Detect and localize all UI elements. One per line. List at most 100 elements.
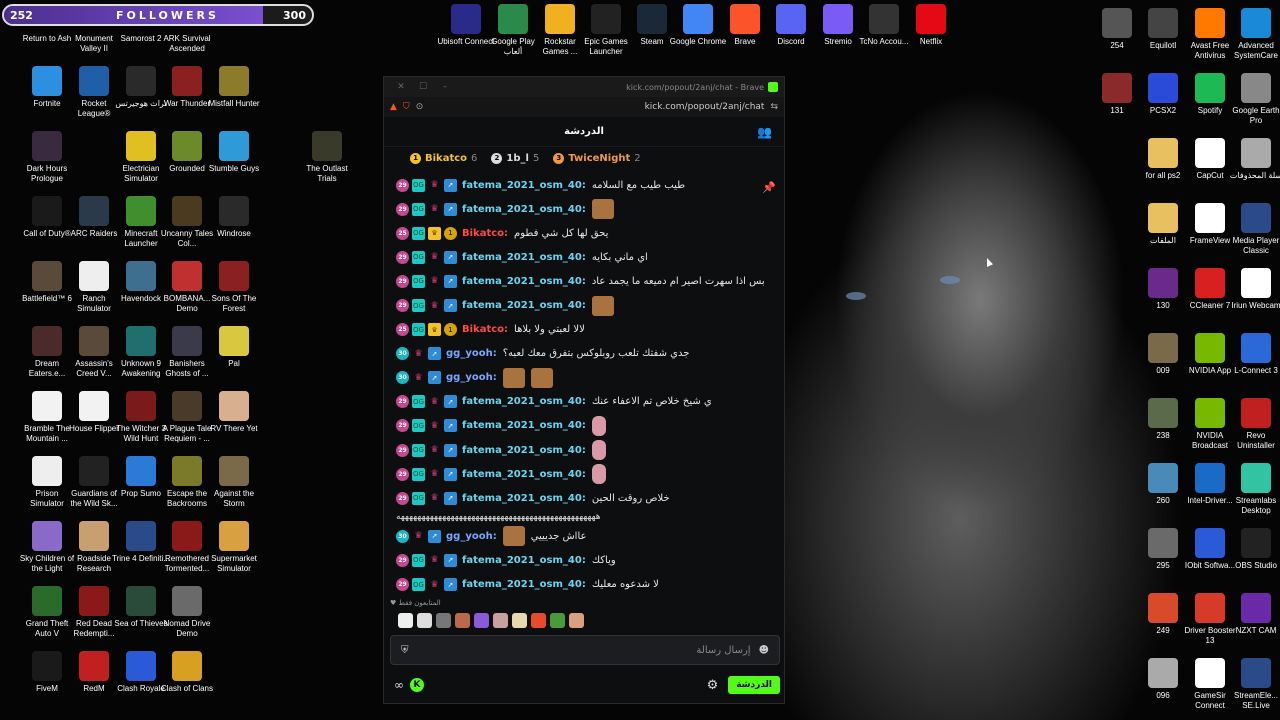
chat-username[interactable]: fatema_2021_osm_40:: [462, 579, 586, 590]
site-settings-icon[interactable]: ⇆: [770, 102, 778, 112]
gifter-name[interactable]: Bikatco: [425, 153, 467, 164]
send-chat-button[interactable]: الدردشة: [728, 676, 780, 694]
chat-username[interactable]: fatema_2021_osm_40:: [462, 493, 586, 504]
chat-username[interactable]: fatema_2021_osm_40:: [462, 445, 586, 456]
minimize-icon[interactable]: –: [434, 82, 456, 92]
desktop-shortcut[interactable]: Streamlabs Desktop: [1227, 463, 1280, 516]
chat-message[interactable]: 30 ♛ ➚ gg_yooh: جدي شفتك تلعب روبلوكس بتفرق …: [396, 342, 774, 366]
chat-emote[interactable]: [591, 464, 606, 485]
chat-message[interactable]: 29 OG ♛ ➚ fatema_2021_osm_40: طيب طيب مع السل…: [396, 173, 774, 197]
chat-username[interactable]: gg_yooh:: [446, 372, 497, 383]
chat-username[interactable]: fatema_2021_osm_40:: [462, 300, 586, 311]
chat-message[interactable]: 29 OG ♛ ➚ fatema_2021_osm_40: وياكك: [396, 548, 774, 572]
emote[interactable]: [398, 613, 413, 628]
chat-username[interactable]: Bikatco:: [462, 228, 508, 239]
emote[interactable]: [493, 613, 508, 628]
settings-gear-icon[interactable]: ⚙: [707, 678, 719, 693]
chat-emote[interactable]: [530, 367, 553, 388]
emote-quickbar[interactable]: [398, 613, 584, 628]
gifter-name[interactable]: 1b_l: [506, 153, 529, 164]
desktop-shortcut[interactable]: سلة المحذوفات: [1227, 138, 1280, 181]
emote[interactable]: [474, 613, 489, 628]
chat-emote[interactable]: [502, 526, 525, 547]
chat-username[interactable]: fatema_2021_osm_40:: [462, 555, 586, 566]
chat-message[interactable]: 29 OG ♛ ➚ fatema_2021_osm_40: ي شيخ خلاص تم ا…: [396, 390, 774, 414]
kick-k-icon[interactable]: K: [410, 678, 424, 692]
desktop-shortcut[interactable]: Windrose: [205, 196, 263, 239]
desktop-shortcut[interactable]: Google Earth Pro: [1227, 73, 1280, 126]
desktop-shortcut[interactable]: Pal: [205, 326, 263, 369]
emote[interactable]: [569, 613, 584, 628]
chat-message[interactable]: 29 OG ♛ ➚ fatema_2021_osm_40:: [396, 462, 774, 486]
chat-username[interactable]: fatema_2021_osm_40:: [462, 276, 586, 287]
desktop-shortcut[interactable]: Clash of Clans: [158, 651, 216, 694]
shield-icon[interactable]: ⛨: [401, 645, 409, 656]
chat-message[interactable]: 29 OG ♛ ➚ fatema_2021_osm_40: بس اذا سهرت اصي…: [396, 269, 774, 293]
chat-emote[interactable]: [591, 440, 606, 461]
desktop-shortcut[interactable]: Media Player Classic: [1227, 203, 1280, 256]
chat-username[interactable]: gg_yooh:: [446, 348, 497, 359]
chat-message[interactable]: 29 OG ♛ ➚ fatema_2021_osm_40: اي ماني بكايه: [396, 245, 774, 269]
chat-username[interactable]: gg_yooh:: [446, 531, 497, 542]
emote[interactable]: [417, 613, 432, 628]
emote[interactable]: [512, 613, 527, 628]
chat-username[interactable]: fatema_2021_osm_40:: [462, 469, 586, 480]
chat-message[interactable]: 25 OG ♛ 1 Bikatco: يحق لها كل شي فطوم: [396, 221, 774, 245]
emote[interactable]: [436, 613, 451, 628]
desktop-shortcut[interactable]: StreamEle... SE.Live: [1227, 658, 1280, 711]
chat-emote[interactable]: [591, 415, 606, 436]
maximize-icon[interactable]: ☐: [412, 82, 434, 92]
chat-message[interactable]: 29 OG ♛ ➚ fatema_2021_osm_40:: [396, 293, 774, 317]
address-bar[interactable]: ▲ ⛉ ⊙ kick.com/popout/2anj/chat ⇆: [384, 97, 784, 117]
zoom-icon[interactable]: ⊙: [416, 102, 424, 112]
chat-username[interactable]: fatema_2021_osm_40:: [462, 180, 586, 191]
chat-username[interactable]: fatema_2021_osm_40:: [462, 252, 586, 263]
emote[interactable]: [531, 613, 546, 628]
desktop-shortcut[interactable]: L-Connect 3: [1227, 333, 1280, 376]
desktop-shortcut[interactable]: Revo Uninstaller: [1227, 398, 1280, 451]
emote[interactable]: [455, 613, 470, 628]
close-icon[interactable]: ✕: [390, 82, 412, 92]
chat-username[interactable]: fatema_2021_osm_40:: [462, 396, 586, 407]
top-gifter[interactable]: 2 1b_l 5: [491, 152, 539, 164]
emote[interactable]: [550, 613, 565, 628]
chat-emote[interactable]: [502, 367, 525, 388]
desktop-shortcut[interactable]: Nomad Drive Demo: [158, 586, 216, 639]
brave-shield-icon[interactable]: ⛉: [403, 102, 410, 112]
top-gifter[interactable]: 3 TwiceNight 2: [553, 152, 641, 164]
chat-emote[interactable]: [591, 295, 614, 316]
desktop-shortcut[interactable]: RV There Yet: [205, 391, 263, 434]
address-url[interactable]: kick.com/popout/2anj/chat: [423, 102, 770, 112]
desktop-shortcut[interactable]: Stumble Guys: [205, 131, 263, 174]
chat-input[interactable]: ⛨ إرسال رسالة ☻: [390, 635, 780, 665]
desktop-shortcut[interactable]: Against the Storm: [205, 456, 263, 509]
desktop-shortcut[interactable]: The Outlast Trials: [298, 131, 356, 184]
chat-message[interactable]: 25 OG ♛ 1 Bikatco: لالا لعبتي ولا بلاها: [396, 318, 774, 342]
chat-emote[interactable]: [591, 199, 614, 220]
desktop-shortcut[interactable]: Supermarket Simulator: [205, 521, 263, 574]
infinity-icon[interactable]: ∞: [394, 678, 404, 692]
chat-message[interactable]: 30 ♛ ➚ gg_yooh:: [396, 366, 774, 390]
top-gifter[interactable]: 1 Bikatco 6: [410, 152, 477, 164]
chat-message[interactable]: 29 OG ♛ ➚ fatema_2021_osm_40: لا شدعوه معليك: [396, 573, 774, 597]
chat-message[interactable]: 29 OG ♛ ➚ fatema_2021_osm_40:: [396, 414, 774, 438]
chat-username[interactable]: Bikatco:: [462, 324, 508, 335]
chat-message[interactable]: 30 ♛ ➚ gg_yooh: عااش جديييي: [396, 524, 774, 548]
desktop-shortcut[interactable]: NZXT CAM: [1227, 593, 1280, 636]
chat-popout-window[interactable]: ✕ ☐ – kick.com/popout/2anj/chat - Brave …: [383, 76, 785, 704]
desktop-shortcut[interactable]: Advanced SystemCare: [1227, 8, 1280, 61]
desktop-shortcut[interactable]: ARK Survival Ascended: [158, 34, 216, 54]
desktop-shortcut[interactable]: Dark Hours Prologue: [18, 131, 76, 184]
window-titlebar[interactable]: ✕ ☐ – kick.com/popout/2anj/chat - Brave: [384, 77, 784, 97]
chat-message[interactable]: هههههههههههههههههههههههههههههههههههههههه…: [396, 510, 774, 524]
desktop-shortcut[interactable]: Netflix: [902, 4, 960, 47]
gifter-name[interactable]: TwiceNight: [568, 153, 630, 164]
emoji-icon[interactable]: ☻: [759, 645, 769, 656]
desktop-shortcut[interactable]: Mistfall Hunter: [205, 66, 263, 109]
brave-rewards-icon[interactable]: ▲: [390, 102, 397, 112]
chat-message[interactable]: 29 OG ♛ ➚ fatema_2021_osm_40:: [396, 197, 774, 221]
chat-username[interactable]: fatema_2021_osm_40:: [462, 420, 586, 431]
chat-username[interactable]: fatema_2021_osm_40:: [462, 204, 586, 215]
users-icon[interactable]: 👥: [757, 125, 772, 139]
chat-message[interactable]: 29 OG ♛ ➚ fatema_2021_osm_40: خلاص روقت الحين: [396, 486, 774, 510]
